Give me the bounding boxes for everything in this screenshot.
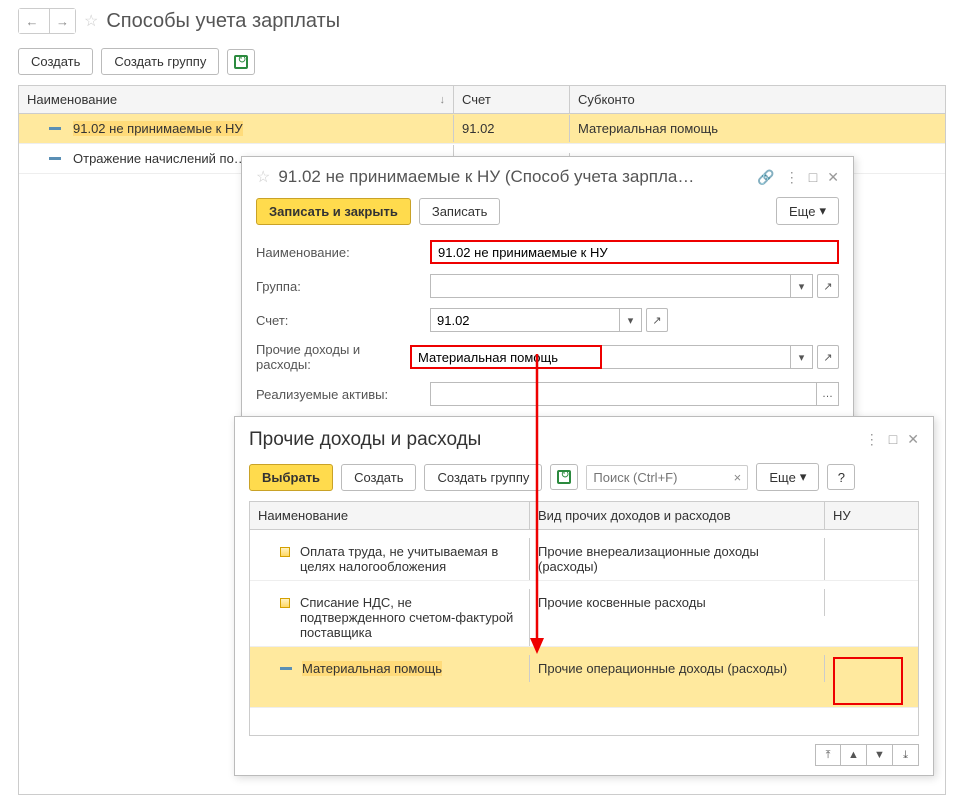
list-item[interactable]: Оплата труда, не учитываемая в целях нал… (250, 530, 918, 581)
chevron-down-icon: ▾ (819, 203, 826, 219)
dialog1-title: 91.02 не принимаемые к НУ (Способ учета … (278, 167, 749, 187)
link-icon[interactable]: 🔗 (757, 169, 774, 186)
create-button[interactable]: Создать (18, 48, 93, 75)
more-button[interactable]: Еще ▾ (756, 463, 819, 491)
dialog1-toolbar: Записать и закрыть Записать Еще ▾ (242, 195, 853, 235)
refresh-icon (557, 470, 571, 484)
item-icon (280, 667, 292, 670)
page-title: Способы учета зарплаты (106, 10, 340, 33)
row-icon (49, 157, 61, 160)
col-name-header[interactable]: Наименование (27, 92, 117, 107)
page-header: ← → ☆ Способы учета зарплаты (0, 0, 964, 42)
open-icon[interactable]: ↗ (646, 308, 668, 332)
dropdown-icon[interactable]: ▾ (791, 274, 813, 298)
subcol-nu[interactable]: НУ (825, 502, 918, 529)
name-label: Наименование: (256, 245, 422, 260)
item-icon (280, 547, 290, 557)
refresh-icon (234, 55, 248, 69)
list-item[interactable]: Списание НДС, не подтвержденного счетом-… (250, 581, 918, 647)
table-header: Наименование ↓ Счет Субконто (19, 86, 945, 114)
dialog2-controls: ⋮ □ ✕ (865, 431, 919, 448)
list-item[interactable]: Материальная помощь Прочие операционные … (250, 647, 918, 708)
other-income-field-ext[interactable] (602, 345, 791, 369)
dialog1-controls: 🔗 ⋮ □ ✕ (757, 169, 839, 186)
refresh-button[interactable] (227, 49, 255, 75)
chevron-down-icon: ▾ (800, 469, 807, 485)
other-income-field[interactable] (410, 345, 602, 369)
clear-search-icon[interactable]: × (727, 470, 747, 485)
open-icon[interactable]: ↗ (817, 274, 839, 298)
assets-label: Реализуемые активы: (256, 387, 422, 402)
other-income-label: Прочие доходы и расходы: (256, 342, 402, 372)
create-group-button[interactable]: Создать группу (424, 464, 542, 491)
create-button[interactable]: Создать (341, 464, 416, 491)
more-icon[interactable]: ⋮ (865, 431, 879, 448)
save-button[interactable]: Записать (419, 198, 501, 225)
nu-highlight (833, 657, 903, 705)
maximize-icon[interactable]: □ (889, 431, 897, 448)
favorite-icon[interactable]: ☆ (256, 167, 270, 187)
search-box: × (586, 465, 748, 490)
subcol-name[interactable]: Наименование (250, 502, 530, 529)
nav-buttons: ← → (18, 8, 76, 34)
ellipsis-icon[interactable]: … (817, 382, 839, 406)
account-label: Счет: (256, 313, 422, 328)
row-icon (49, 127, 61, 130)
go-bottom-icon[interactable]: ⤓ (893, 744, 919, 766)
table-row[interactable]: 91.02 не принимаемые к НУ 91.02 Материал… (19, 114, 945, 144)
refresh-button[interactable] (550, 464, 578, 490)
maximize-icon[interactable]: □ (809, 169, 817, 186)
dropdown-icon[interactable]: ▾ (620, 308, 642, 332)
dialog2-title: Прочие доходы и расходы (235, 417, 933, 455)
main-toolbar: Создать Создать группу (0, 42, 964, 85)
create-group-button[interactable]: Создать группу (101, 48, 219, 75)
save-close-button[interactable]: Записать и закрыть (256, 198, 411, 225)
dialog-other-income: ⋮ □ ✕ Прочие доходы и расходы Выбрать Со… (234, 416, 934, 776)
account-field[interactable] (430, 308, 620, 332)
open-icon[interactable]: ↗ (817, 345, 839, 369)
dialog1-titlebar: ☆ 91.02 не принимаемые к НУ (Способ учет… (242, 157, 853, 195)
group-field[interactable] (430, 274, 791, 298)
help-button[interactable]: ? (827, 464, 855, 490)
go-down-icon[interactable]: ▼ (867, 744, 893, 766)
col-account-header[interactable]: Счет (454, 86, 570, 113)
name-field[interactable] (430, 240, 839, 264)
go-top-icon[interactable]: ⤒ (815, 744, 841, 766)
go-up-icon[interactable]: ▲ (841, 744, 867, 766)
nav-footer: ⤒ ▲ ▼ ⤓ (235, 736, 933, 774)
more-icon[interactable]: ⋮ (785, 169, 799, 186)
back-button[interactable]: ← (19, 9, 45, 33)
favorite-icon[interactable]: ☆ (84, 11, 98, 31)
close-icon[interactable]: ✕ (827, 169, 839, 186)
dialog2-toolbar: Выбрать Создать Создать группу × Еще ▾ ? (235, 455, 933, 501)
sub-table: Наименование Вид прочих доходов и расход… (249, 501, 919, 736)
dropdown-icon[interactable]: ▾ (791, 345, 813, 369)
search-input[interactable] (587, 466, 727, 489)
close-icon[interactable]: ✕ (907, 431, 919, 448)
subcol-kind[interactable]: Вид прочих доходов и расходов (530, 502, 825, 529)
sort-arrow-icon: ↓ (440, 94, 446, 106)
assets-field[interactable] (430, 382, 817, 406)
group-label: Группа: (256, 279, 422, 294)
sub-table-header: Наименование Вид прочих доходов и расход… (250, 502, 918, 530)
forward-button[interactable]: → (49, 9, 75, 33)
item-icon (280, 598, 290, 608)
more-button[interactable]: Еще ▾ (776, 197, 839, 225)
col-subconto-header[interactable]: Субконто (570, 86, 945, 113)
select-button[interactable]: Выбрать (249, 464, 333, 491)
